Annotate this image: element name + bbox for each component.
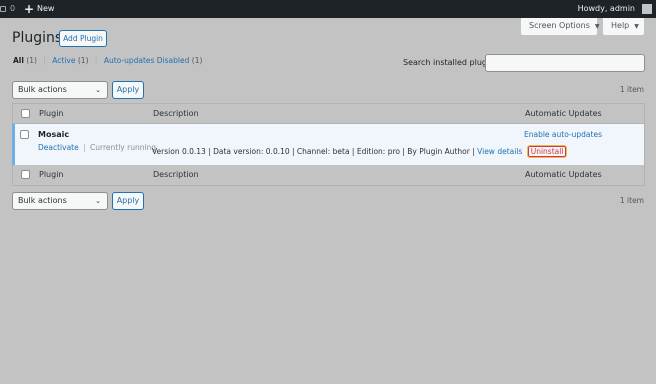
row-actions: Deactivate | Currently running <box>38 143 156 152</box>
items-count-bottom: 1 item <box>619 196 644 205</box>
chevron-down-icon: ⌄ <box>95 86 101 94</box>
column-plugin: Plugin <box>39 109 64 118</box>
filter-separator: | <box>94 56 98 65</box>
admin-bar: 0 + New Howdy, admin <box>0 0 656 18</box>
plugin-description: Version 0.0.13 | Data version: 0.0.10 | … <box>152 145 568 158</box>
select-all-checkbox[interactable] <box>21 109 30 118</box>
table-footer: Plugin Description Automatic Updates <box>12 165 645 186</box>
items-count-top: 1 item <box>619 85 644 94</box>
new-content-link[interactable]: New <box>37 0 54 18</box>
avatar[interactable] <box>642 4 652 14</box>
comments-count[interactable]: 0 <box>10 0 15 18</box>
filter-active[interactable]: Active <box>52 56 75 65</box>
apply-button-top[interactable]: Apply <box>112 81 144 99</box>
bulk-actions-select-bottom[interactable]: Bulk actions ⌄ <box>12 192 108 210</box>
column-description: Description <box>153 109 199 118</box>
column-plugin: Plugin <box>39 170 64 179</box>
row-checkbox[interactable] <box>20 130 29 139</box>
search-input[interactable] <box>485 54 645 72</box>
apply-button-bottom[interactable]: Apply <box>112 192 144 210</box>
filter-all[interactable]: All <box>13 56 24 65</box>
filter-active-count: (1) <box>77 56 89 65</box>
table-header: Plugin Description Automatic Updates <box>12 103 645 124</box>
view-details-link[interactable]: View details <box>477 147 522 156</box>
filter-separator: | <box>43 56 46 65</box>
add-plugin-button[interactable]: Add Plugin <box>59 30 107 47</box>
triangle-down-icon: ▼ <box>634 23 639 30</box>
account-greeting[interactable]: Howdy, admin <box>578 0 635 18</box>
column-automatic-updates: Automatic Updates <box>525 170 602 179</box>
plugin-status: Currently running <box>90 143 157 152</box>
table-row: Mosaic Deactivate | Currently running Ve… <box>12 124 645 165</box>
column-description: Description <box>153 170 199 179</box>
uninstall-link[interactable]: Uninstall <box>526 145 568 158</box>
comments-icon[interactable] <box>0 6 6 12</box>
action-separator: | <box>83 143 86 152</box>
plugin-status-filters: All (1) | Active (1) | Auto-updates Disa… <box>13 56 202 65</box>
plugin-meta: Version 0.0.13 | Data version: 0.0.10 | … <box>152 147 475 156</box>
select-all-checkbox-footer[interactable] <box>21 170 30 179</box>
filter-auto-updates-disabled[interactable]: Auto-updates Disabled <box>104 56 190 65</box>
plugin-name: Mosaic <box>38 130 70 139</box>
deactivate-link[interactable]: Deactivate <box>38 143 79 152</box>
screen-options-label: Screen Options <box>529 21 590 30</box>
help-label: Help <box>611 21 630 30</box>
help-button[interactable]: Help ▼ <box>602 18 645 36</box>
page-title: Plugins <box>12 30 63 46</box>
bulk-actions-value: Bulk actions <box>18 85 67 94</box>
bulk-actions-value: Bulk actions <box>18 196 67 205</box>
column-automatic-updates: Automatic Updates <box>525 109 602 118</box>
triangle-down-icon: ▼ <box>594 23 600 30</box>
enable-auto-updates-link[interactable]: Enable auto-updates <box>524 130 602 139</box>
filter-all-count: (1) <box>26 56 37 65</box>
filter-auto-updates-disabled-count: (1) <box>191 56 203 65</box>
screen-options-button[interactable]: Screen Options ▼ <box>520 18 600 36</box>
plus-icon[interactable]: + <box>24 0 34 18</box>
bulk-actions-select-top[interactable]: Bulk actions ⌄ <box>12 81 108 99</box>
chevron-down-icon: ⌄ <box>95 197 101 205</box>
